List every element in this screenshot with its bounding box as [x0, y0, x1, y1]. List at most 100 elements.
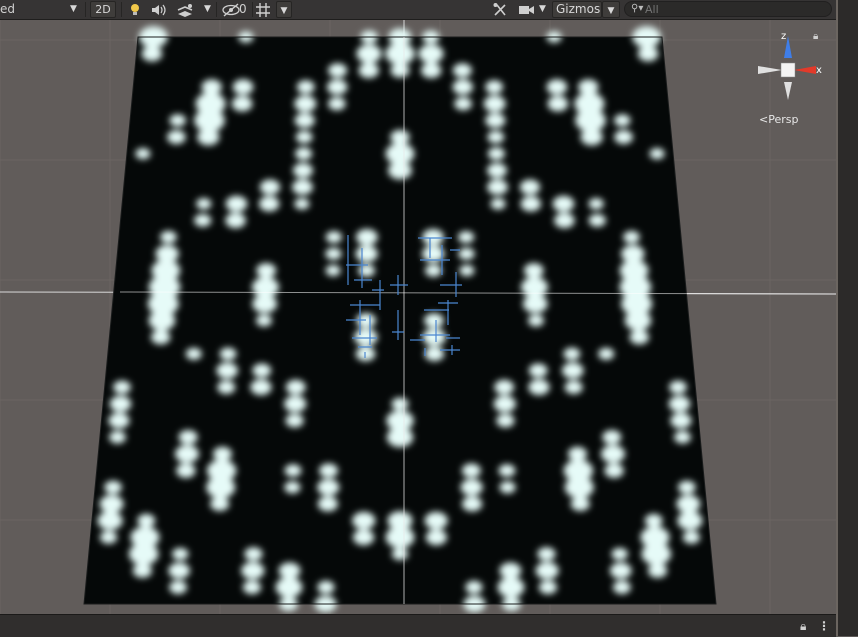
shading-mode-dropdown-icon[interactable]: ▼ — [70, 1, 77, 18]
projection-toggle[interactable]: <Persp — [759, 113, 798, 126]
grid-dropdown-button[interactable]: ▼ — [276, 1, 292, 18]
wave-crest — [637, 46, 659, 62]
wave-crest — [278, 562, 301, 579]
wave-crest — [168, 562, 190, 579]
wave-crest — [454, 97, 472, 111]
wave-crest — [256, 263, 277, 278]
audio-toggle-button[interactable] — [150, 1, 170, 18]
shading-mode-label[interactable]: ed — [0, 1, 15, 18]
wave-crest — [317, 580, 335, 594]
wave-crest — [629, 330, 649, 345]
grid-toggle-button[interactable] — [255, 1, 273, 18]
wave-crest — [219, 347, 237, 361]
wave-crest — [216, 362, 238, 379]
axis-z-label: z — [781, 31, 786, 42]
wave-crest — [554, 212, 575, 229]
axis-neg-x-cone[interactable] — [758, 66, 782, 74]
wave-crest — [151, 330, 171, 345]
wave-crest — [194, 108, 225, 132]
wave-crest — [328, 63, 348, 78]
wave-crest — [624, 310, 652, 331]
scene-viewport[interactable]: x z 🔒︎ <Persp — [0, 20, 836, 614]
wave-crest — [674, 430, 691, 444]
wave-crest — [391, 397, 409, 411]
wave-crest — [137, 513, 156, 528]
wave-crest — [285, 413, 304, 428]
wave-crest — [385, 526, 415, 549]
wave-crest — [424, 313, 444, 328]
wave-crest — [319, 463, 339, 478]
wave-crest — [196, 198, 212, 210]
gizmos-dropdown-icon: ▼ — [607, 6, 615, 16]
wave-crest — [614, 130, 633, 145]
wave-crest — [668, 395, 691, 412]
wave-crest — [601, 444, 625, 463]
wave-crest — [418, 44, 444, 64]
wave-crest — [552, 195, 575, 212]
wave-crest — [537, 547, 556, 561]
status-bar: 🔒︎ ⋮ — [0, 614, 836, 637]
search-input[interactable] — [645, 2, 825, 16]
wave-crest — [458, 247, 475, 260]
wave-crest — [386, 427, 414, 448]
wave-crest — [677, 511, 703, 530]
wave-plane[interactable] — [83, 26, 717, 613]
2d-mode-button[interactable]: 2D — [90, 1, 116, 18]
effects-dropdown-icon[interactable]: ▼ — [204, 1, 211, 18]
wave-crest — [425, 529, 447, 546]
tools-button[interactable] — [492, 1, 512, 18]
wave-crest — [213, 446, 232, 461]
axis-x-cone[interactable] — [794, 66, 816, 74]
audio-icon — [152, 4, 166, 16]
orientation-gizmo[interactable]: x z — [748, 30, 828, 110]
gizmo-center-cube[interactable] — [780, 62, 796, 78]
wave-crest — [232, 79, 254, 95]
wave-crest — [225, 212, 246, 229]
wave-crest — [385, 42, 415, 65]
wave-crest — [167, 130, 186, 145]
gizmos-dropdown-button[interactable]: ▼ — [602, 1, 620, 18]
wave-crest — [535, 561, 559, 580]
wave-crest — [575, 108, 606, 132]
wave-crest — [588, 214, 606, 227]
scene-visibility-button[interactable] — [221, 1, 241, 18]
wave-crest — [388, 161, 412, 180]
wave-crest — [358, 264, 375, 277]
wave-crest — [494, 379, 515, 395]
wave-crest — [570, 496, 590, 511]
wave-crest — [252, 277, 279, 298]
wave-crest — [259, 196, 280, 212]
wave-crest — [614, 114, 631, 127]
axis-y-cone[interactable] — [784, 82, 792, 100]
wave-crest — [325, 247, 342, 260]
wave-crest — [458, 231, 475, 244]
wave-crest — [355, 346, 376, 362]
wave-crest — [528, 314, 544, 327]
wave-crest — [611, 547, 628, 561]
wave-crest — [284, 481, 301, 494]
visibility-icon — [222, 3, 240, 17]
wave-crest — [160, 230, 177, 244]
wave-crest — [568, 446, 587, 461]
camera-dropdown-icon: ▼ — [539, 4, 546, 14]
wave-crest — [487, 179, 508, 195]
wave-crest — [598, 347, 615, 360]
wave-crest — [499, 562, 522, 579]
lock-icon[interactable]: 🔒︎ — [800, 618, 806, 634]
gizmos-button[interactable]: Gizmos — [552, 1, 602, 18]
wave-crest — [113, 380, 131, 394]
scene-canvas[interactable] — [0, 20, 836, 614]
effects-toggle-button[interactable] — [175, 1, 197, 18]
wave-crest — [641, 542, 672, 566]
gizmo-lock-icon[interactable]: 🔒︎ — [813, 31, 818, 42]
wave-crest — [104, 480, 122, 494]
camera-settings-button[interactable]: ▼ — [517, 1, 549, 18]
wave-crest — [217, 380, 236, 394]
scene-search-box[interactable]: ⚲▾ — [624, 1, 832, 17]
projection-label: Persp — [768, 113, 799, 126]
wave-crest — [385, 142, 415, 165]
wave-crest — [523, 263, 544, 278]
menu-dots-icon[interactable]: ⋮ — [818, 618, 830, 634]
scene-toolbar: ed ▼ 2D ▼ 0 ▼ ▼ Gizmos ▼ ⚲▾ — [0, 0, 858, 20]
lighting-toggle-button[interactable] — [127, 1, 145, 18]
